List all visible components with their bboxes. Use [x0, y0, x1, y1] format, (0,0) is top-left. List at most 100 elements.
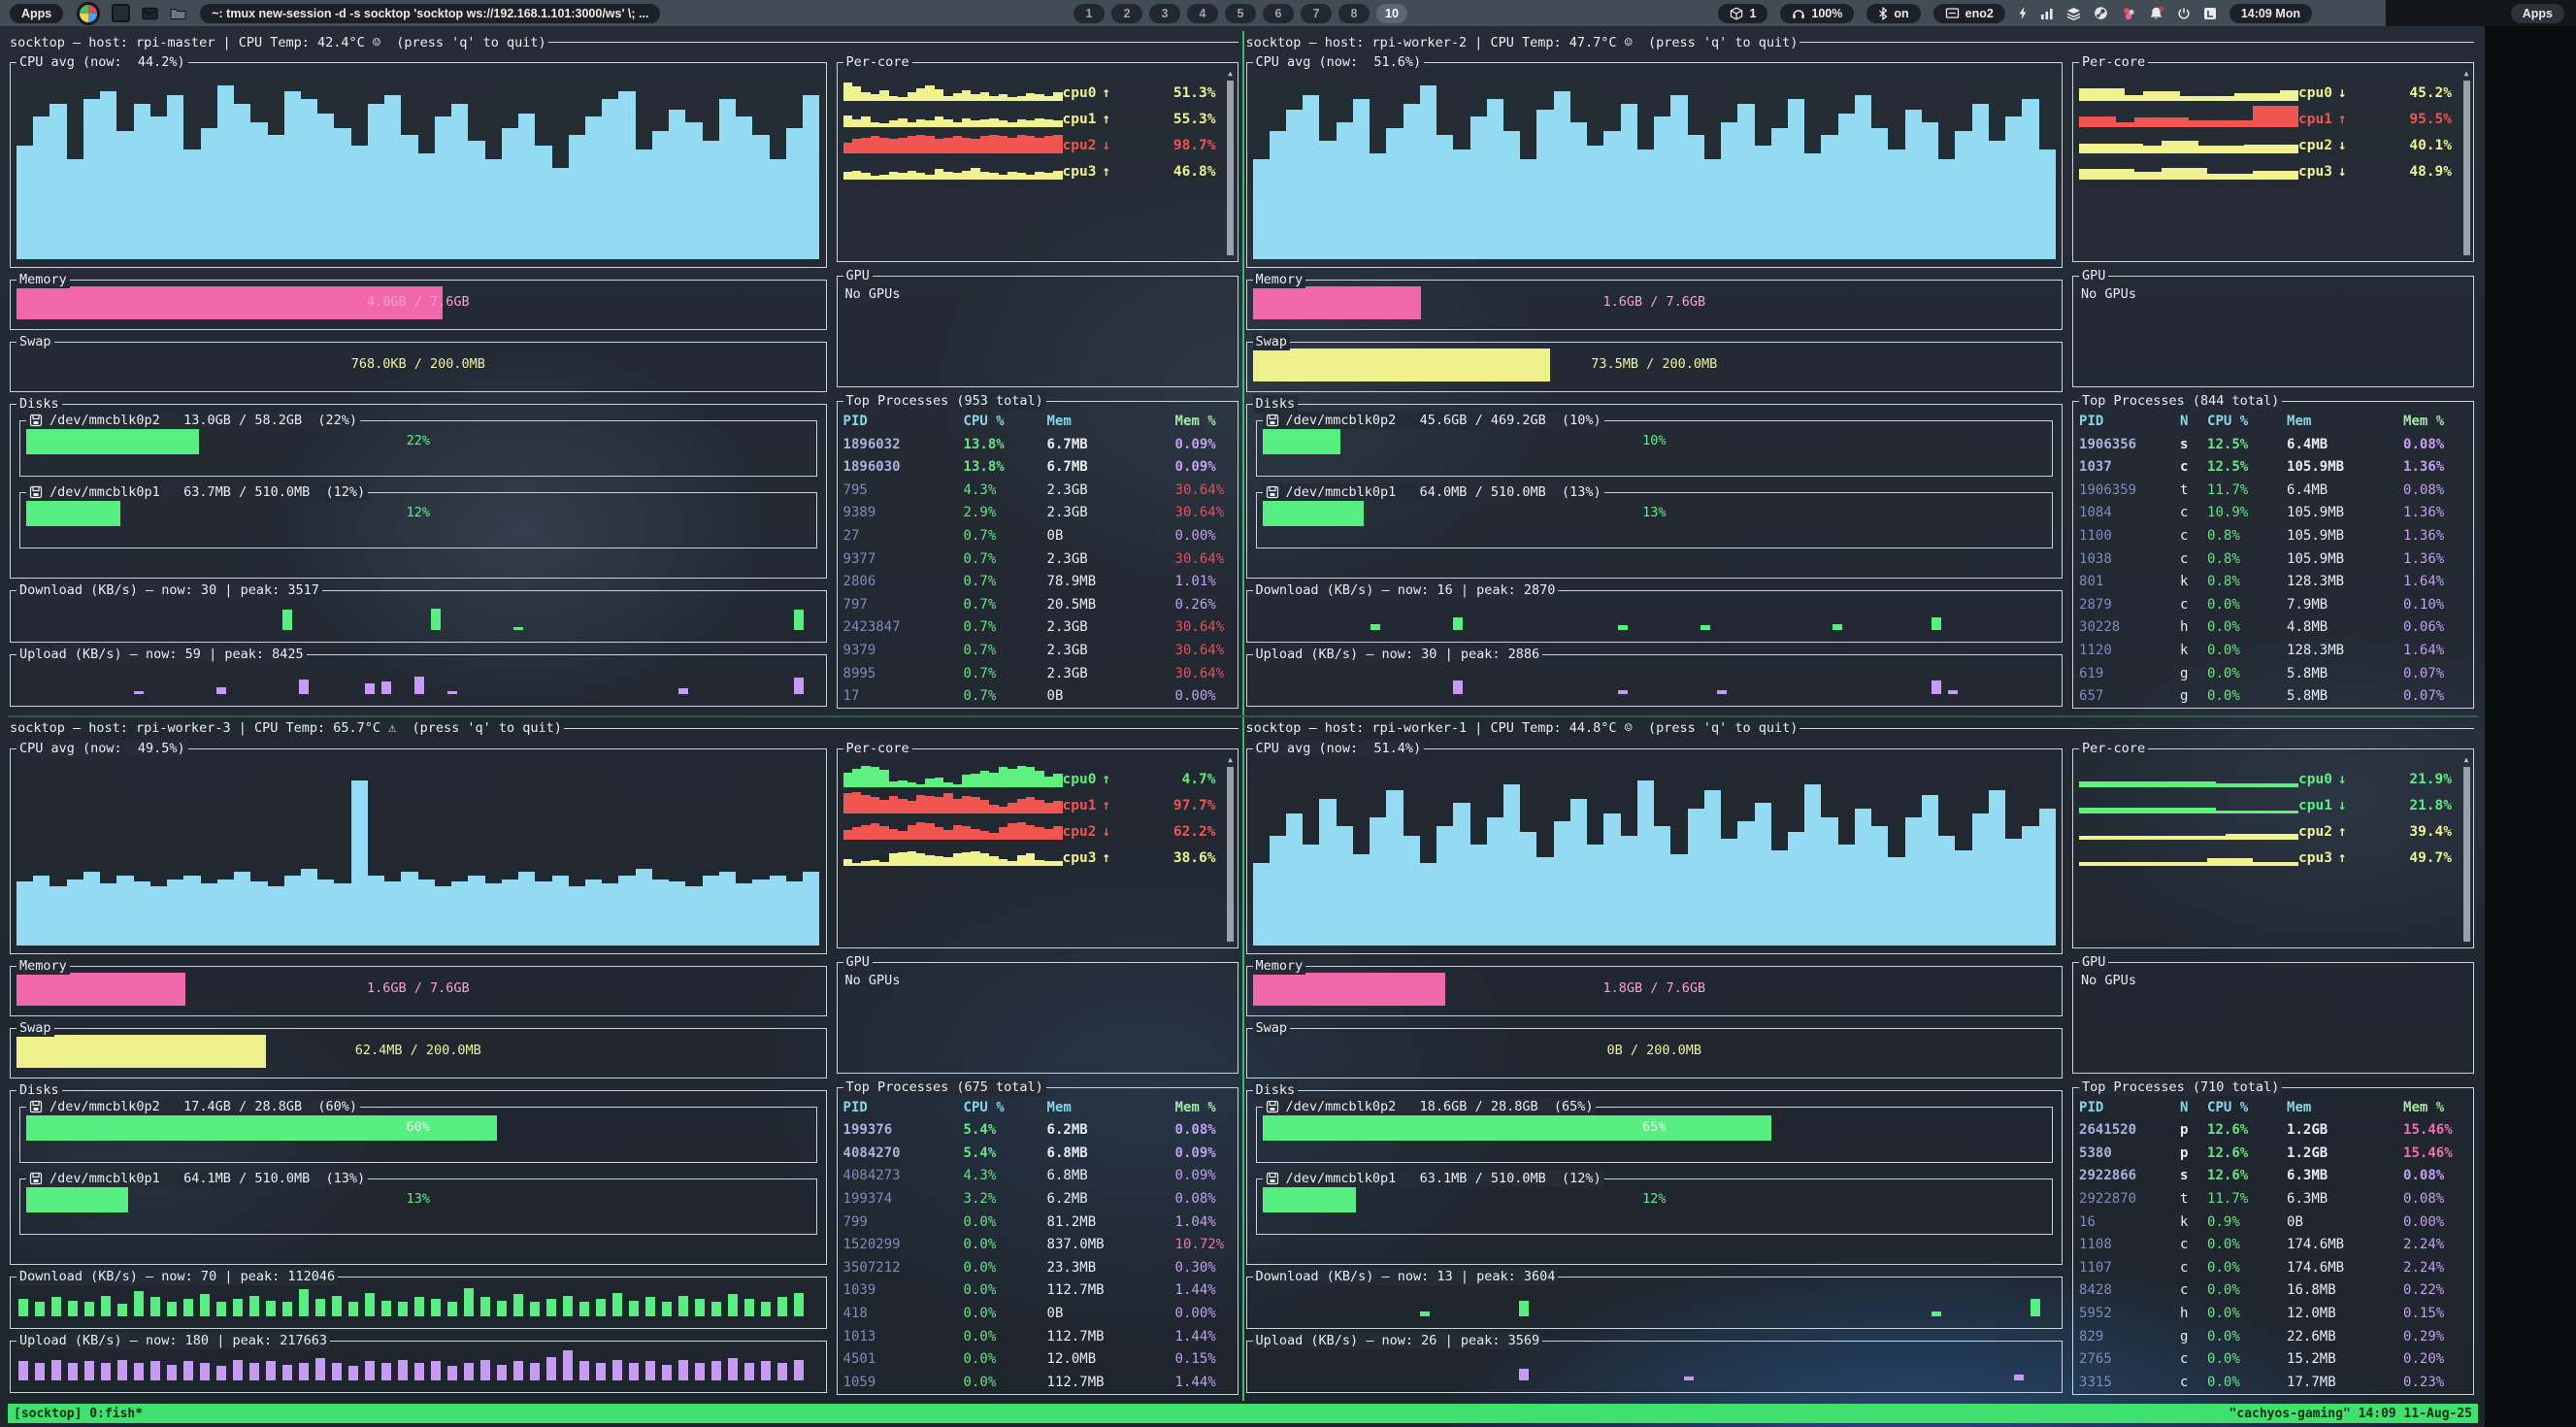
process-row[interactable]: 1906356s12.5%6.4MB0.08% [2079, 433, 2467, 456]
process-row[interactable]: 35072120.0%23.3MB0.30% [843, 1256, 1232, 1279]
process-row[interactable]: 16k0.9%0B0.00% [2079, 1211, 2467, 1234]
process-row[interactable]: 24238470.7%2.3GB30.64% [843, 616, 1232, 640]
upload-label: Upload (KB/s) — now: 26 | peak: 3569 [1253, 1332, 1543, 1349]
process-row[interactable]: 657g0.0%5.8MB0.07% [2079, 684, 2467, 708]
process-row[interactable]: 40842734.3%6.8MB0.09% [843, 1165, 1232, 1188]
scrollbar[interactable]: ▲ [1227, 755, 1235, 942]
process-row[interactable]: 189603213.8%6.7MB0.09% [843, 433, 1232, 456]
process-row[interactable]: 28060.7%78.9MB1.01% [843, 570, 1232, 593]
process-row[interactable]: 2879c0.0%7.9MB0.10% [2079, 593, 2467, 616]
process-row[interactable]: 5952h0.0%12.0MB0.15% [2079, 1302, 2467, 1325]
process-row[interactable]: 829g0.0%22.6MB0.29% [2079, 1325, 2467, 1348]
process-table[interactable]: PIDNCPU %MemMem %2641520p12.6%1.2GB15.46… [2073, 1088, 2473, 1394]
process-row[interactable]: 45010.0%12.0MB0.15% [843, 1347, 1232, 1371]
workspace-7[interactable]: 7 [1301, 4, 1332, 23]
apps-button-secondary[interactable]: Apps [2511, 4, 2564, 23]
process-row[interactable]: 2922870t11.7%6.3MB0.08% [2079, 1187, 2467, 1211]
process-row[interactable]: 93790.7%2.3GB30.64% [843, 639, 1232, 662]
mail-icon[interactable] [142, 7, 158, 20]
socktop-pane[interactable]: socktop — host: rpi-worker-1 | CPU Temp:… [1244, 717, 2479, 1395]
process-row[interactable]: 2922866s12.6%6.3MB0.08% [2079, 1165, 2467, 1188]
process-table[interactable]: PIDCPU %MemMem %1993765.4%6.2MB0.08%4084… [838, 1088, 1238, 1394]
workspace-4[interactable]: 4 [1187, 4, 1218, 23]
scrollbar-thumb[interactable] [1227, 767, 1234, 942]
network-pill[interactable]: eno2 [1933, 4, 2005, 23]
scrollbar-thumb[interactable] [2463, 767, 2470, 942]
logs-icon[interactable] [2203, 7, 2217, 20]
bluetooth-pill[interactable]: on [1866, 4, 1920, 23]
scroll-up-icon[interactable]: ▲ [2464, 69, 2469, 79]
socktop-pane[interactable]: socktop — host: rpi-master | CPU Temp: 4… [8, 31, 1242, 709]
process-row[interactable]: 10130.0%112.7MB1.44% [843, 1325, 1232, 1348]
workspace-2[interactable]: 2 [1111, 4, 1142, 23]
workspace-1[interactable]: 1 [1073, 4, 1105, 23]
process-row[interactable]: 270.7%0B0.00% [843, 524, 1232, 548]
process-row[interactable]: 7954.3%2.3GB30.64% [843, 479, 1232, 502]
process-row[interactable]: 801k0.8%128.3MB1.64% [2079, 570, 2467, 593]
workspace-10[interactable]: 10 [1376, 4, 1407, 23]
power-icon[interactable] [2177, 7, 2191, 20]
process-row[interactable]: 30228h0.0%4.8MB0.06% [2079, 616, 2467, 640]
process-row[interactable]: 1084c10.9%105.9MB1.36% [2079, 502, 2467, 525]
process-row[interactable]: 2765c0.0%15.2MB0.20% [2079, 1347, 2467, 1371]
process-row[interactable]: 10590.0%112.7MB1.44% [843, 1371, 1232, 1394]
scroll-up-icon[interactable]: ▲ [1228, 755, 1233, 765]
process-row[interactable]: 10390.0%112.7MB1.44% [843, 1279, 1232, 1303]
process-row[interactable]: 1108c0.0%174.6MB2.24% [2079, 1233, 2467, 1256]
process-row[interactable]: 1993765.4%6.2MB0.08% [843, 1118, 1232, 1142]
files-icon[interactable] [170, 7, 186, 20]
scrollbar-thumb[interactable] [1227, 81, 1234, 255]
layers-icon[interactable] [2066, 7, 2081, 20]
socktop-pane[interactable]: socktop — host: rpi-worker-2 | CPU Temp:… [1244, 31, 2479, 709]
window-count-pill[interactable]: 1 [1718, 4, 1767, 23]
process-row[interactable]: 7990.0%81.2MB1.04% [843, 1211, 1232, 1234]
workspace-app-icon[interactable] [112, 4, 130, 22]
usage-graph-icon[interactable] [2040, 7, 2054, 20]
process-row[interactable]: 1120k0.0%128.3MB1.64% [2079, 639, 2467, 662]
process-row[interactable]: 1107c0.0%174.6MB2.24% [2079, 1256, 2467, 1279]
workspace-3[interactable]: 3 [1149, 4, 1180, 23]
process-row[interactable]: 1037c12.5%105.9MB1.36% [2079, 455, 2467, 479]
process-row[interactable]: 5380p12.6%1.2GB15.46% [2079, 1142, 2467, 1165]
process-row[interactable]: 4180.0%0B0.00% [843, 1302, 1232, 1325]
process-row[interactable]: 8428c0.0%16.8MB0.22% [2079, 1279, 2467, 1303]
scrollbar[interactable]: ▲ [1227, 69, 1235, 255]
process-row[interactable]: 93770.7%2.3GB30.64% [843, 548, 1232, 571]
socktop-pane[interactable]: socktop — host: rpi-worker-3 | CPU Temp:… [8, 717, 1242, 1395]
window-title[interactable]: ~: tmux new-session -d -s socktop 'sockt… [200, 4, 660, 23]
clock-pill[interactable]: 14:09 Mon [2229, 4, 2312, 23]
process-row[interactable]: 1100c0.8%105.9MB1.36% [2079, 524, 2467, 548]
process-row[interactable]: 1038c0.8%105.9MB1.36% [2079, 548, 2467, 571]
process-table[interactable]: PIDCPU %MemMem %189603213.8%6.7MB0.09%18… [838, 402, 1238, 708]
memory-box: Memory 4.0GB / 7.6GB [10, 280, 827, 330]
app-launcher-icon[interactable] [77, 2, 100, 25]
process-row[interactable]: 89950.7%2.3GB30.64% [843, 662, 1232, 685]
process-row[interactable]: 40842705.4%6.8MB0.09% [843, 1142, 1232, 1165]
process-row[interactable]: 189603013.8%6.7MB0.09% [843, 455, 1232, 479]
apps-button[interactable]: Apps [10, 4, 63, 23]
volume-pill[interactable]: 100% [1780, 4, 1854, 23]
tmux-session-window[interactable]: [socktop] 0:fish* [14, 1407, 143, 1421]
power-profile-icon[interactable] [2018, 6, 2028, 20]
process-row[interactable]: 93892.9%2.3GB30.64% [843, 502, 1232, 525]
workspace-6[interactable]: 6 [1263, 4, 1294, 23]
workspace-8[interactable]: 8 [1338, 4, 1370, 23]
process-table[interactable]: PIDNCPU %MemMem %1906356s12.5%6.4MB0.08%… [2073, 402, 2473, 708]
steam-icon[interactable] [2094, 6, 2108, 20]
flatpak-flower-icon[interactable] [2121, 6, 2136, 21]
process-row[interactable]: 170.7%0B0.00% [843, 684, 1232, 708]
process-row[interactable]: 1993743.2%6.2MB0.08% [843, 1187, 1232, 1211]
process-row[interactable]: 1906359t11.7%6.4MB0.08% [2079, 479, 2467, 502]
scrollbar[interactable]: ▲ [2462, 69, 2470, 255]
process-row[interactable]: 2641520p12.6%1.2GB15.46% [2079, 1118, 2467, 1142]
scrollbar-thumb[interactable] [2463, 81, 2470, 255]
workspace-5[interactable]: 5 [1225, 4, 1256, 23]
process-row[interactable]: 15202990.0%837.0MB10.72% [843, 1233, 1232, 1256]
notification-bell-icon[interactable] [2149, 6, 2164, 20]
process-row[interactable]: 619g0.0%5.8MB0.07% [2079, 662, 2467, 685]
process-row[interactable]: 3315c0.0%17.7MB0.23% [2079, 1371, 2467, 1394]
scrollbar[interactable]: ▲ [2462, 755, 2470, 942]
scroll-up-icon[interactable]: ▲ [1228, 69, 1233, 79]
scroll-up-icon[interactable]: ▲ [2464, 755, 2469, 765]
process-row[interactable]: 7970.7%20.5MB0.26% [843, 593, 1232, 616]
